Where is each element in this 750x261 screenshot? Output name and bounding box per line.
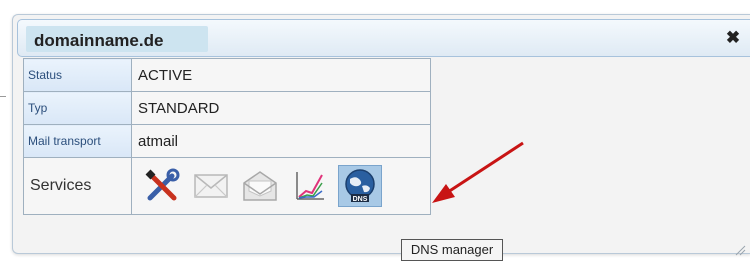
resize-grip-icon[interactable] bbox=[734, 244, 746, 256]
dns-manager-tooltip: DNS manager bbox=[401, 239, 503, 261]
red-arrow-annotation bbox=[432, 141, 524, 203]
